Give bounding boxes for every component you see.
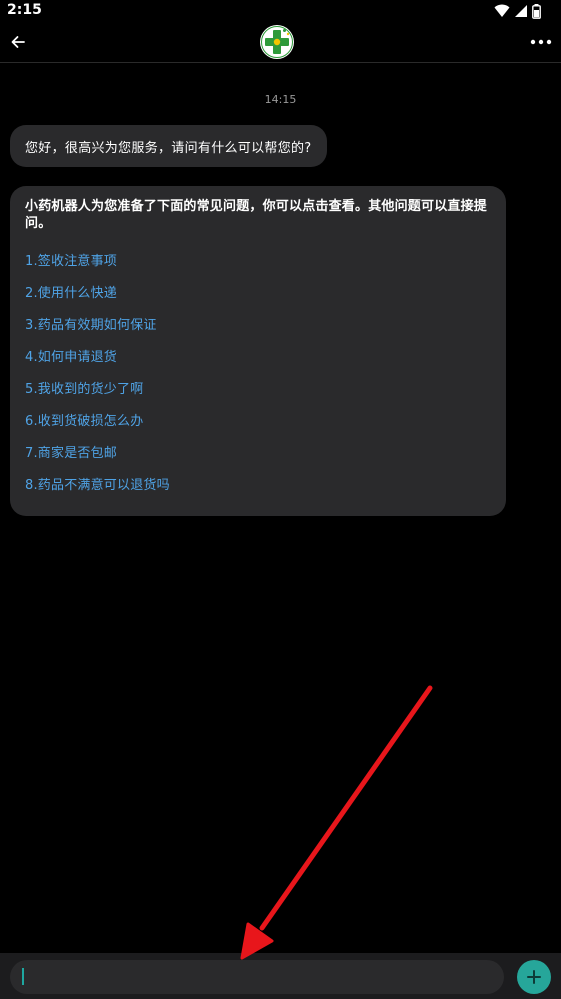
faq-link-item[interactable]: 5.我收到的货少了啊	[25, 378, 143, 397]
text-cursor	[22, 968, 24, 985]
message-input[interactable]	[10, 960, 504, 994]
faq-link-item[interactable]: 3.药品有效期如何保证	[25, 314, 157, 333]
message-input-bar	[0, 953, 561, 999]
add-attachment-button[interactable]	[517, 960, 551, 994]
faq-message-bubble: 小药机器人为您准备了下面的常见问题，你可以点击查看。其他问题可以直接提问。 1.…	[10, 186, 506, 516]
greeting-text: 您好，很高兴为您服务，请问有什么可以帮您的?	[25, 140, 312, 156]
arrow-left-icon	[11, 36, 25, 48]
faq-link-item[interactable]: 1.签收注意事项	[25, 250, 117, 269]
plus-icon	[527, 970, 541, 984]
faq-link-item[interactable]: 8.药品不满意可以退货吗	[25, 474, 170, 493]
faq-link-item[interactable]: 6.收到货破损怎么办	[25, 410, 143, 429]
wifi-icon	[494, 4, 510, 17]
status-bar: 2:15	[0, 0, 561, 22]
more-options-button[interactable]	[529, 30, 553, 54]
greeting-message-bubble: 您好，很高兴为您服务，请问有什么可以帮您的?	[10, 125, 327, 167]
signal-icon	[515, 5, 527, 17]
status-time: 2:15	[7, 2, 42, 18]
faq-link-item[interactable]: 7.商家是否包邮	[25, 442, 117, 461]
faq-link-item[interactable]: 4.如何申请退货	[25, 346, 117, 365]
chat-toolbar	[0, 22, 561, 63]
status-icons	[494, 3, 541, 19]
pharmacy-logo	[260, 25, 294, 59]
more-horizontal-icon	[530, 39, 552, 45]
faq-intro-text: 小药机器人为您准备了下面的常见问题，你可以点击查看。其他问题可以直接提问。	[25, 199, 488, 231]
message-timestamp: 14:15	[264, 93, 297, 106]
faq-link-item[interactable]: 2.使用什么快递	[25, 282, 117, 301]
back-button[interactable]	[6, 30, 30, 54]
battery-icon	[532, 3, 541, 19]
